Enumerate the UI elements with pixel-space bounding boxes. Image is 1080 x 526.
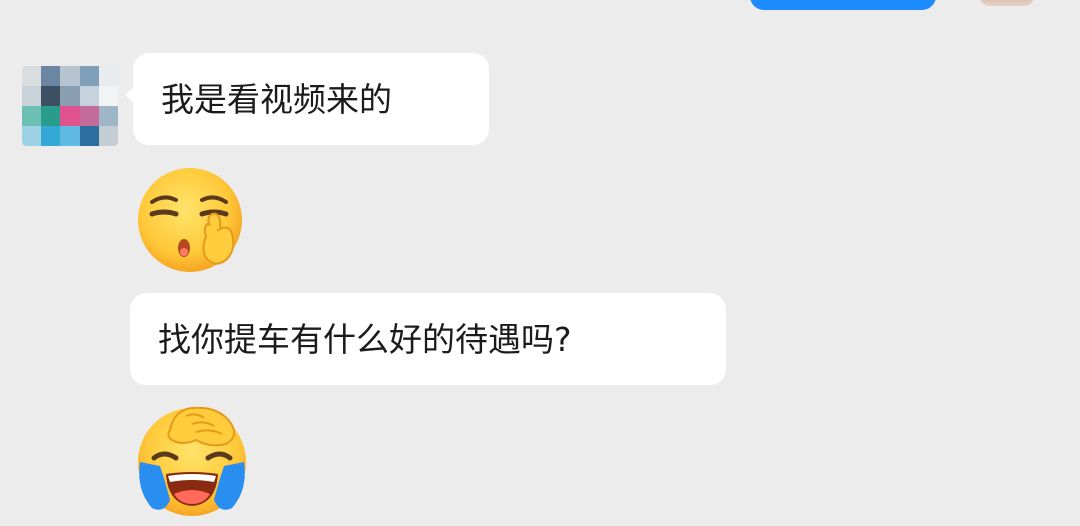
message-bubble[interactable]: 我是看视频来的 [125,53,489,145]
my-avatar[interactable] [980,0,1034,6]
outgoing-message-bubble[interactable] [750,0,936,10]
thinking-pout-emoji[interactable] [132,164,252,276]
crying-laughing-facepalm-emoji-icon [138,406,246,516]
message-text: 我是看视频来的 [161,79,392,119]
message-bubble[interactable]: 找你提车有什么好的待遇吗? [130,293,726,385]
crying-laughing-facepalm-emoji[interactable] [130,400,254,520]
contact-avatar[interactable] [22,66,118,146]
thinking-pout-emoji-icon [138,168,242,272]
chat-message-list: 我是看视频来的 找你提车有什么好的待遇吗? [0,0,1080,526]
message-text: 找你提车有什么好的待遇吗? [158,319,572,359]
